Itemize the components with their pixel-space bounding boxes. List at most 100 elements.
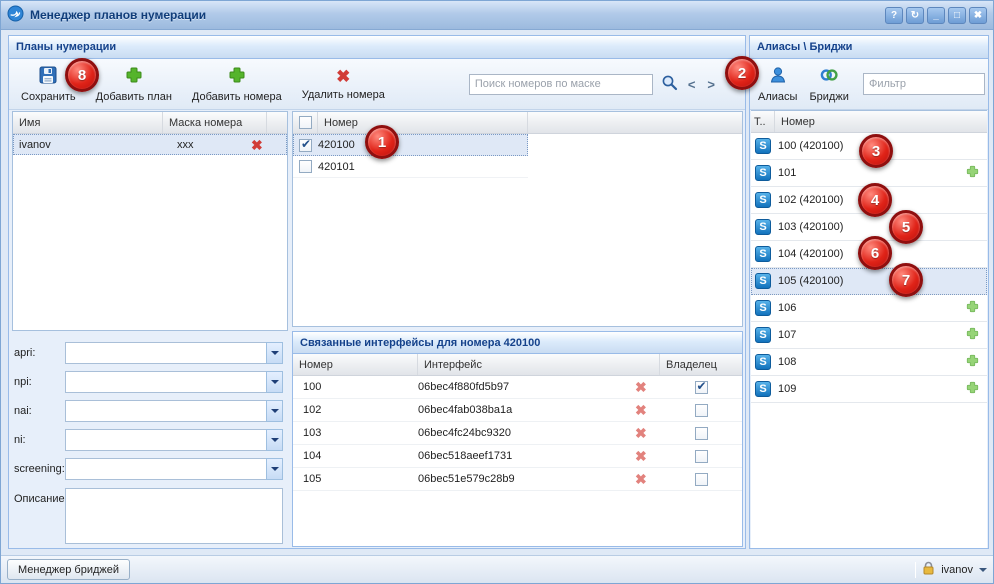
aliases-button[interactable]: Алиасы <box>753 61 802 107</box>
number-checkbox[interactable] <box>299 160 312 173</box>
number-row[interactable]: 420100 <box>293 134 528 156</box>
annotation-badge-3: 3 <box>859 134 893 168</box>
alias-row[interactable]: S 106 <box>751 295 987 322</box>
search-input[interactable] <box>469 74 653 95</box>
current-user-label: ivanov <box>941 564 973 576</box>
save-icon <box>38 65 58 88</box>
page-prev-button[interactable]: < <box>686 77 698 92</box>
maximize-icon[interactable]: □ <box>948 7 966 24</box>
sip-icon: S <box>755 381 771 397</box>
add-plan-button[interactable]: Добавить план <box>88 61 180 107</box>
alias-row[interactable]: S 108 <box>751 349 987 376</box>
column-header-number[interactable]: Номер <box>775 111 987 132</box>
refresh-icon[interactable]: ↻ <box>906 7 924 24</box>
column-header-mask[interactable]: Маска номера <box>163 112 267 133</box>
chevron-down-icon[interactable] <box>266 371 283 393</box>
unlink-icon[interactable]: ✖ <box>635 449 660 463</box>
interface-number: 100 <box>293 381 418 393</box>
window-titlebar[interactable]: Менеджер планов нумерации ? ↻ _ □ ✖ <box>1 1 993 30</box>
aliases-button-label: Алиасы <box>758 91 797 103</box>
sip-icon: S <box>755 273 771 289</box>
add-alias-icon[interactable] <box>965 326 980 344</box>
column-header-number[interactable]: Номер <box>318 112 528 133</box>
chevron-down-icon[interactable] <box>266 342 283 364</box>
window-title: Менеджер планов нумерации <box>30 8 879 22</box>
apri-input[interactable] <box>65 342 266 364</box>
add-numbers-button[interactable]: Добавить номера <box>184 61 290 107</box>
screening-input[interactable] <box>65 458 266 480</box>
taskbar-item-bridge-manager[interactable]: Менеджер бриджей <box>7 559 130 580</box>
delete-numbers-button[interactable]: ✖ Удалить номера <box>294 64 393 105</box>
add-alias-icon[interactable] <box>965 380 980 398</box>
unlink-icon[interactable]: ✖ <box>635 472 660 486</box>
alias-row[interactable]: S 109 <box>751 376 987 403</box>
interface-row[interactable]: 103 06bec4fc24bc9320 ✖ <box>293 422 742 445</box>
save-button-label: Сохранить <box>21 91 76 103</box>
nai-input[interactable] <box>65 400 266 422</box>
owner-checkbox[interactable] <box>695 473 708 486</box>
unlink-icon[interactable]: ✖ <box>635 426 660 440</box>
chevron-down-icon[interactable] <box>266 458 283 480</box>
plan-row[interactable]: ivanov xxx ✖ <box>13 134 287 155</box>
add-alias-icon[interactable] <box>965 299 980 317</box>
number-checkbox[interactable] <box>299 139 312 152</box>
plans-toolbar: Сохранить Добавить план Добавить номера <box>9 59 745 110</box>
window-controls: ? ↻ _ □ ✖ <box>885 7 987 24</box>
status-bar: Менеджер бриджей ivanov <box>1 555 993 583</box>
npi-label: npi: <box>14 371 32 393</box>
bridges-button[interactable]: Бриджи <box>804 61 853 107</box>
sip-icon: S <box>755 219 771 235</box>
help-icon[interactable]: ? <box>885 7 903 24</box>
filter-input[interactable] <box>863 73 985 95</box>
npi-input[interactable] <box>65 371 266 393</box>
interface-row[interactable]: 105 06bec51e579c28b9 ✖ <box>293 468 742 491</box>
owner-checkbox[interactable] <box>695 450 708 463</box>
owner-checkbox[interactable] <box>695 381 708 394</box>
close-icon[interactable]: ✖ <box>969 7 987 24</box>
alias-row[interactable]: S 105 (420100) <box>751 268 987 295</box>
sip-icon: S <box>755 165 771 181</box>
nai-field-row: nai: <box>12 400 288 422</box>
number-row[interactable]: 420101 <box>293 156 528 178</box>
alias-row[interactable]: S 107 <box>751 322 987 349</box>
plus-icon <box>227 65 247 88</box>
add-alias-icon[interactable] <box>965 353 980 371</box>
alias-number: 108 <box>778 356 965 368</box>
description-textarea[interactable] <box>65 488 283 544</box>
interface-row[interactable]: 102 06bec4fab038ba1a ✖ <box>293 399 742 422</box>
interface-row[interactable]: 104 06bec518aeef1731 ✖ <box>293 445 742 468</box>
add-alias-icon[interactable] <box>965 164 980 182</box>
chevron-down-icon[interactable] <box>266 400 283 422</box>
column-header-name[interactable]: Имя <box>13 112 163 133</box>
interface-row[interactable]: 100 06bec4f880fd5b97 ✖ <box>293 376 742 399</box>
screening-label: screening: <box>14 458 65 480</box>
linked-interfaces-title: Связанные интерфейсы для номера 420100 <box>300 337 540 349</box>
ni-input[interactable] <box>65 429 266 451</box>
annotation-badge-2: 2 <box>725 56 759 90</box>
user-menu-chevron-icon[interactable] <box>979 568 987 576</box>
number-value: 420101 <box>318 161 355 173</box>
search-icon[interactable] <box>661 74 678 94</box>
column-header-interface[interactable]: Интерфейс <box>418 354 660 375</box>
interface-id: 06bec4fc24bc9320 <box>418 427 635 439</box>
status-user-area[interactable]: ivanov <box>915 561 987 578</box>
column-header-type[interactable]: Т.. <box>751 111 775 132</box>
owner-checkbox[interactable] <box>695 404 708 417</box>
nai-label: nai: <box>14 400 32 422</box>
app-icon <box>7 5 24 25</box>
page-next-button[interactable]: > <box>705 77 717 92</box>
unlink-icon[interactable]: ✖ <box>635 380 660 394</box>
select-all-checkbox[interactable] <box>299 116 312 129</box>
owner-checkbox[interactable] <box>695 427 708 440</box>
aliases-panel: Алиасы \ Бриджи Алиасы <box>749 35 989 549</box>
unlink-icon[interactable]: ✖ <box>635 403 660 417</box>
column-header-owner[interactable]: Владелец <box>660 354 742 375</box>
screening-field-row: screening: <box>12 458 288 480</box>
delete-plan-icon[interactable]: ✖ <box>251 138 263 152</box>
alias-number: 107 <box>778 329 965 341</box>
annotation-badge-4: 4 <box>858 183 892 217</box>
column-header-number[interactable]: Номер <box>293 354 418 375</box>
delete-numbers-button-label: Удалить номера <box>302 89 385 101</box>
chevron-down-icon[interactable] <box>266 429 283 451</box>
minimize-icon[interactable]: _ <box>927 7 945 24</box>
